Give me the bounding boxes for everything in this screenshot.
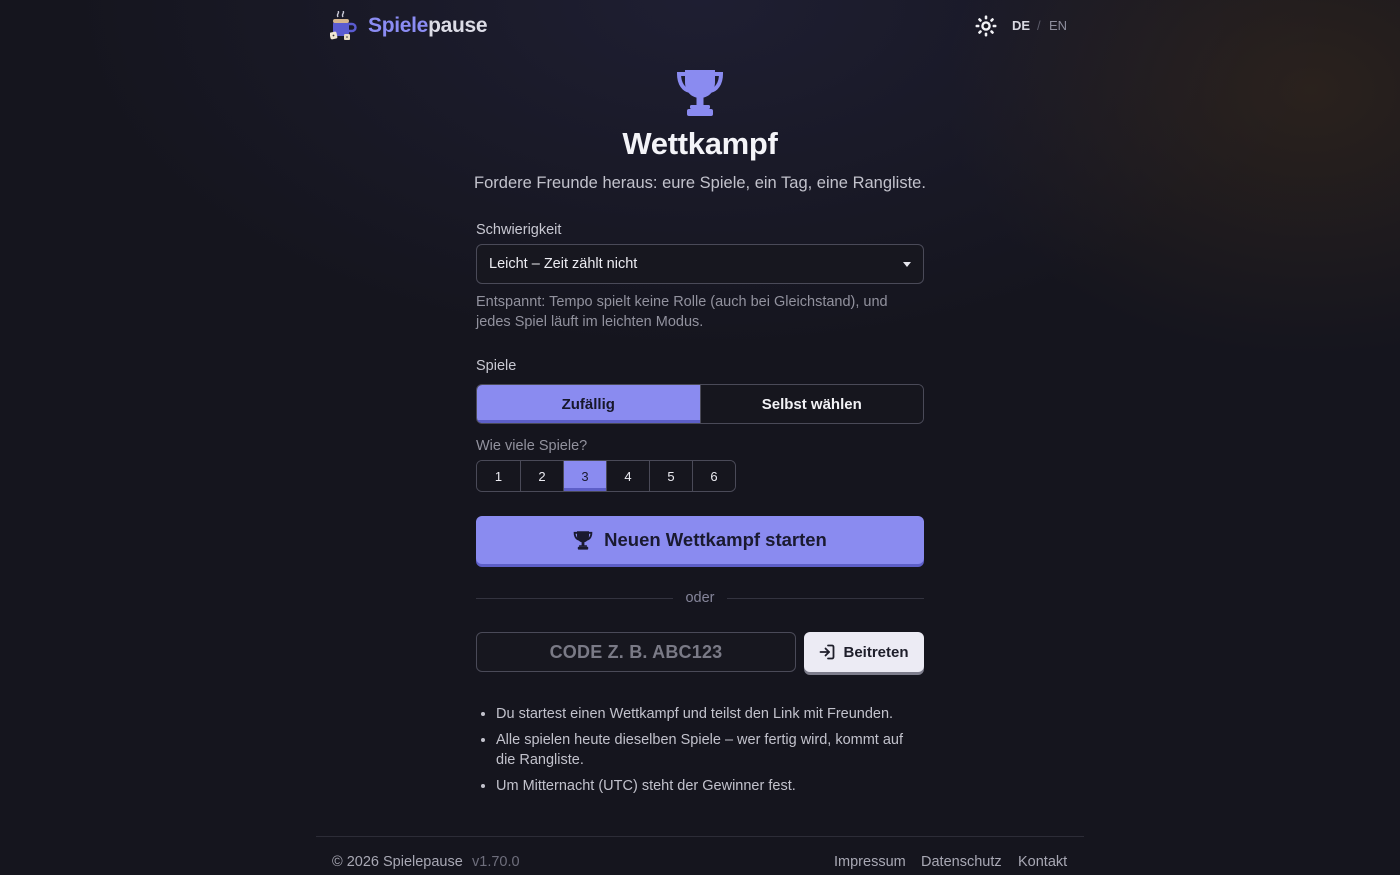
footer-version: v1.70.0 xyxy=(472,854,520,870)
footer-link-datenschutz[interactable]: Datenschutz xyxy=(921,854,1002,870)
footer-link-kontakt[interactable]: Kontakt xyxy=(1018,854,1067,870)
difficulty-selected-value: Leicht – Zeit zählt nicht xyxy=(489,256,638,272)
trophy-icon xyxy=(676,70,724,116)
join-button[interactable]: Beitreten xyxy=(804,632,924,672)
difficulty-select[interactable]: Leicht – Zeit zählt nicht xyxy=(476,244,924,284)
brand-name-part1: Spiele xyxy=(368,14,429,37)
list-item: Alle spielen heute dieselben Spiele – we… xyxy=(496,730,916,770)
mode-choose-button[interactable]: Selbst wählen xyxy=(699,385,923,423)
footer-copyright: © 2026 Spielepause xyxy=(332,854,463,870)
game-count-option-2[interactable]: 2 xyxy=(520,461,563,491)
brand-logo-link[interactable]: Spiele pause xyxy=(330,11,488,41)
difficulty-hint: Entspannt: Tempo spielt keine Rolle (auc… xyxy=(476,294,888,330)
list-item: Du startest einen Wettkampf und teilst d… xyxy=(496,704,916,724)
or-divider: oder xyxy=(476,588,924,608)
game-count-selector: 1 2 3 4 5 6 xyxy=(476,460,736,492)
game-count-option-3[interactable]: 3 xyxy=(563,461,606,491)
lang-separator: / xyxy=(1037,18,1041,33)
start-competition-label: Neuen Wettkampf starten xyxy=(604,529,827,550)
rules-list: Du startest einen Wettkampf und teilst d… xyxy=(496,704,916,802)
coffee-mug-icon xyxy=(330,11,357,40)
brand-name: Spiele pause xyxy=(368,14,488,38)
game-count-label: Wie viele Spiele? xyxy=(476,438,588,454)
game-count-option-6[interactable]: 6 xyxy=(692,461,735,491)
divider-line xyxy=(476,597,674,599)
caret-down-icon xyxy=(903,261,911,267)
page-subtitle: Fordere Freunde heraus: eure Spiele, ein… xyxy=(474,174,926,192)
footer-divider xyxy=(316,836,1084,837)
join-code-input[interactable] xyxy=(476,632,796,672)
difficulty-label: Schwierigkeit xyxy=(476,222,562,238)
games-label: Spiele xyxy=(476,358,517,374)
footer-link-impressum[interactable]: Impressum xyxy=(834,854,906,870)
games-mode-toggle: Zufällig Selbst wählen xyxy=(476,384,924,424)
divider-text: oder xyxy=(685,590,715,606)
divider-line xyxy=(726,597,924,599)
trophy-icon xyxy=(573,531,593,550)
start-competition-button[interactable]: Neuen Wettkampf starten xyxy=(476,516,924,564)
join-button-label: Beitreten xyxy=(843,643,909,661)
brand-name-part2: pause xyxy=(428,14,488,37)
list-item: Um Mitternacht (UTC) steht der Gewinner … xyxy=(496,776,916,796)
page-title: Wettkampf xyxy=(622,126,778,161)
sun-icon[interactable] xyxy=(975,15,997,37)
sign-in-icon xyxy=(820,644,835,660)
lang-en-link[interactable]: EN xyxy=(1049,18,1067,34)
lang-de-link[interactable]: DE xyxy=(1012,18,1030,34)
game-count-option-1[interactable]: 1 xyxy=(477,461,520,491)
mode-random-button[interactable]: Zufällig xyxy=(477,385,700,423)
game-count-option-4[interactable]: 4 xyxy=(606,461,649,491)
game-count-option-5[interactable]: 5 xyxy=(649,461,692,491)
